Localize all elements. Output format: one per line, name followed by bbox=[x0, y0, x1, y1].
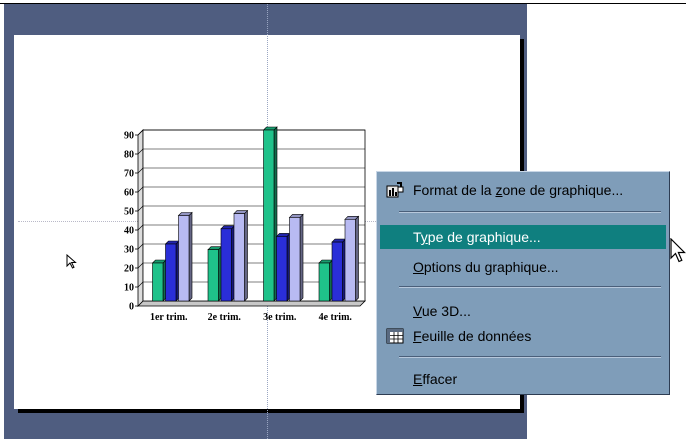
menu-item-format-chart-area[interactable]: Format de la zone de graphique... bbox=[380, 178, 666, 202]
y-tick-label: 60 bbox=[124, 188, 134, 199]
bar-side bbox=[299, 213, 304, 302]
menu-item-clear[interactable]: Effacer bbox=[380, 367, 666, 391]
bar bbox=[318, 262, 330, 302]
y-tick-label: 30 bbox=[124, 245, 134, 256]
bar bbox=[344, 219, 356, 302]
menu-item-label: Options du graphique... bbox=[413, 259, 559, 275]
x-tick-label: 3e trim. bbox=[263, 312, 297, 323]
y-tick-label: 40 bbox=[124, 226, 134, 237]
bar-side bbox=[188, 211, 193, 302]
x-tick-label: 2e trim. bbox=[208, 312, 242, 323]
y-tick-label: 20 bbox=[124, 264, 134, 275]
menu-separator bbox=[399, 211, 661, 213]
menu-item-label: Effacer bbox=[413, 371, 458, 387]
context-menu: Format de la zone de graphique... Type d… bbox=[376, 171, 670, 395]
menu-item-label: Type de graphique... bbox=[413, 229, 541, 245]
x-tick-label: 4e trim. bbox=[319, 312, 353, 323]
bar bbox=[276, 236, 288, 302]
menu-item-label: Vue 3D... bbox=[413, 303, 471, 319]
bar bbox=[220, 228, 232, 302]
bar bbox=[207, 249, 219, 302]
bar bbox=[263, 129, 275, 302]
menu-separator bbox=[399, 286, 661, 288]
chart-floor bbox=[137, 300, 366, 307]
x-tick-label: 1er trim. bbox=[150, 312, 188, 323]
menu-item-3d-view[interactable]: Vue 3D... bbox=[380, 299, 666, 323]
menu-item-chart-options[interactable]: Options du graphique... bbox=[380, 255, 666, 279]
bar bbox=[289, 217, 301, 302]
y-tick-label: 80 bbox=[124, 150, 134, 161]
menu-item-label: Feuille de données bbox=[413, 328, 532, 344]
y-tick-label: 10 bbox=[124, 283, 134, 294]
bar bbox=[165, 243, 177, 302]
bar-side bbox=[244, 209, 248, 302]
bar-side bbox=[355, 215, 359, 302]
y-tick-label: 0 bbox=[129, 302, 134, 313]
menu-item-chart-type[interactable]: Type de graphique... bbox=[380, 225, 666, 249]
bar bbox=[233, 213, 245, 302]
menu-separator bbox=[399, 356, 661, 358]
chart-side-wall bbox=[137, 129, 144, 307]
y-tick-label: 90 bbox=[124, 131, 134, 142]
menu-item-label: Format de la zone de graphique... bbox=[413, 182, 624, 198]
chart-area-format-icon bbox=[386, 182, 404, 198]
datasheet-icon bbox=[386, 328, 404, 344]
bar bbox=[331, 241, 343, 302]
bar bbox=[152, 262, 164, 302]
menu-item-datasheet[interactable]: Feuille de données bbox=[380, 324, 666, 348]
y-tick-label: 70 bbox=[124, 169, 134, 180]
arrow-cursor-icon bbox=[66, 254, 77, 269]
bar bbox=[178, 215, 190, 302]
y-tick-label: 50 bbox=[124, 207, 134, 218]
arrow-cursor-icon bbox=[670, 238, 686, 263]
